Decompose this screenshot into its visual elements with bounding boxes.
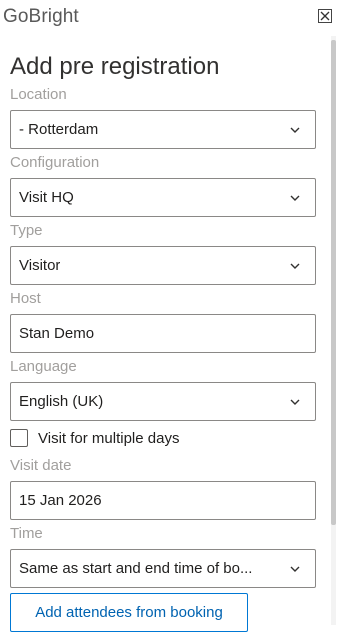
time-value: Same as start and end time of bo... — [19, 560, 253, 577]
time-dropdown[interactable]: Same as start and end time of bo... — [10, 549, 316, 588]
chevron-down-icon — [290, 566, 300, 572]
type-label: Type — [10, 222, 43, 239]
language-value: English (UK) — [19, 393, 104, 410]
host-label: Host — [10, 290, 41, 307]
add-attendees-button[interactable]: Add attendees from booking — [10, 593, 248, 632]
scrollbar-thumb[interactable] — [331, 40, 336, 525]
app-title: GoBright — [3, 6, 79, 27]
registration-form: Add pre registration Location - Rotterda… — [10, 52, 316, 632]
chevron-down-icon — [290, 195, 300, 201]
visit-date-value: 15 Jan 2026 — [19, 492, 102, 509]
configuration-value: Visit HQ — [19, 189, 74, 206]
configuration-dropdown[interactable]: Visit HQ — [10, 178, 316, 217]
visit-date-input[interactable]: 15 Jan 2026 — [10, 481, 316, 520]
chevron-down-icon — [290, 399, 300, 405]
chevron-down-icon — [290, 263, 300, 269]
chevron-down-icon — [290, 127, 300, 133]
visit-date-label: Visit date — [10, 457, 72, 474]
type-dropdown[interactable]: Visitor — [10, 246, 316, 285]
location-value: - Rotterdam — [19, 121, 99, 138]
configuration-label: Configuration — [10, 154, 100, 171]
close-button[interactable] — [318, 9, 332, 23]
host-value: Stan Demo — [19, 325, 95, 342]
location-label: Location — [10, 86, 67, 103]
time-label: Time — [10, 525, 43, 542]
multiple-days-checkbox[interactable] — [10, 429, 28, 447]
multiple-days-label[interactable]: Visit for multiple days — [38, 430, 179, 447]
page-title: Add pre registration — [10, 53, 220, 80]
app-header: GoBright — [0, 0, 337, 36]
multiple-days-row: Visit for multiple days — [10, 426, 316, 450]
host-input[interactable]: Stan Demo — [10, 314, 316, 353]
location-dropdown[interactable]: - Rotterdam — [10, 110, 316, 149]
language-label: Language — [10, 358, 77, 375]
close-icon — [320, 11, 330, 21]
type-value: Visitor — [19, 257, 61, 274]
language-dropdown[interactable]: English (UK) — [10, 382, 316, 421]
